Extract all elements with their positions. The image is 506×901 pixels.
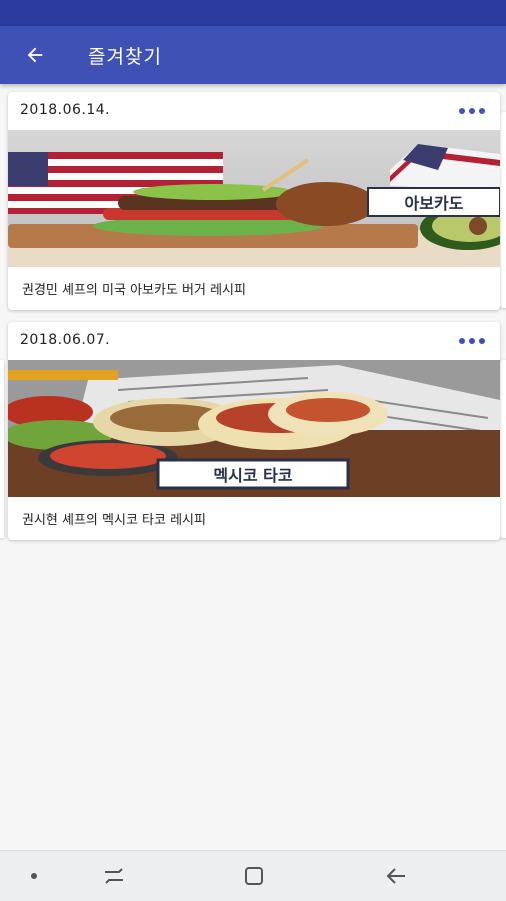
recent-apps-icon [105,868,123,884]
thumbnail-caption: 멕시코 타코 [213,466,292,485]
system-navigation-bar [0,850,506,901]
arrow-back-icon [27,47,43,63]
nav-dot-button[interactable] [14,851,54,901]
favorite-card[interactable]: 2018.06.07. 멕시코 타코 권시현 셰프의 멕시코 타코 레시피 [8,322,500,540]
page-title: 즐겨찾기 [88,45,162,68]
more-horizontal-icon [459,338,465,344]
recipe-title: 권시현 셰프의 멕시코 타코 레시피 [22,513,206,528]
dot-icon [31,873,37,879]
card-header: 2018.06.14. [8,92,500,130]
recipe-thumbnail[interactable]: 아보카도 [8,130,500,267]
thumbnail-caption: 아보카도 [405,194,464,213]
recent-apps-button[interactable] [92,851,136,901]
home-icon [245,867,263,885]
recipe-thumbnail[interactable]: 멕시코 타코 [8,360,500,497]
app-bar: 즐겨찾기 [0,26,506,84]
home-button[interactable] [232,851,276,901]
system-back-button[interactable] [374,851,418,901]
more-horizontal-icon [459,108,465,114]
status-bar [0,0,506,26]
back-icon [386,868,405,884]
adjacent-card-edge [0,360,4,538]
card-date: 2018.06.07. [20,332,111,348]
card-header: 2018.06.07. [8,322,500,360]
adjacent-card-edge [500,112,506,308]
card-date: 2018.06.14. [20,102,111,118]
more-options-button[interactable] [454,332,490,350]
adjacent-card-edge [500,360,506,538]
favorite-card[interactable]: 2018.06.14. 아보카도 권경민 셰프의 미국 아보카도 버거 레시피 [8,92,500,310]
recipe-title: 권경민 셰프의 미국 아보카도 버거 레시피 [22,283,246,298]
back-button[interactable] [0,26,70,84]
more-options-button[interactable] [454,102,490,120]
